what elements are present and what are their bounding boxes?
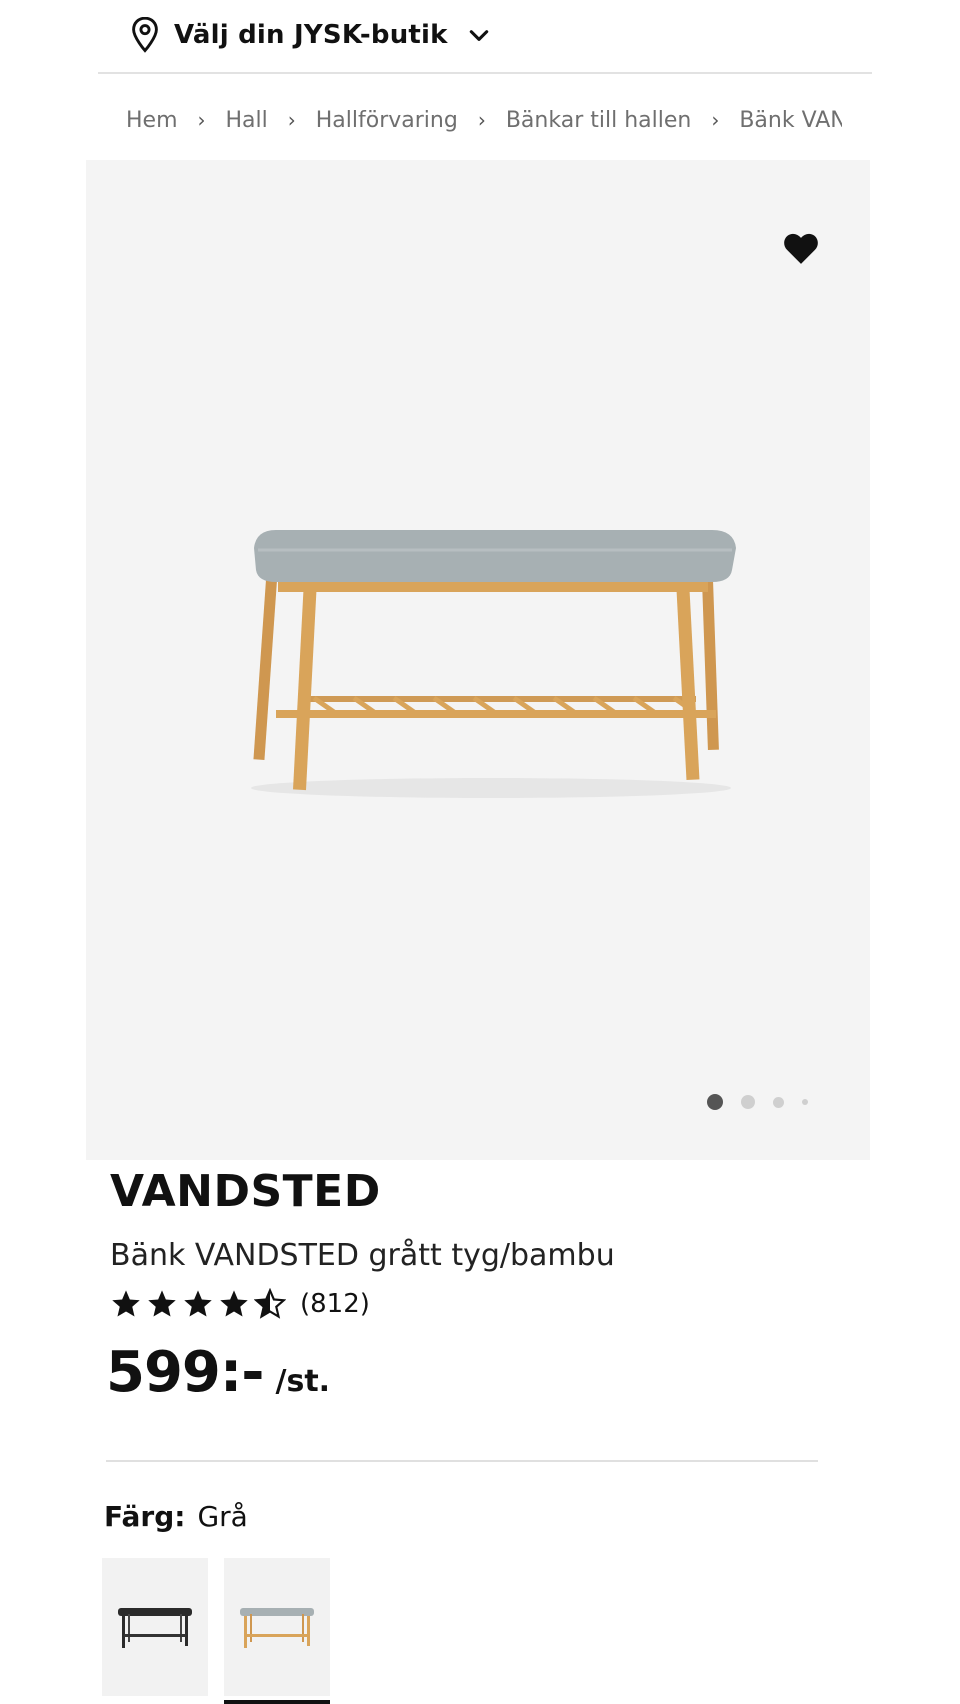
- heart-icon[interactable]: [782, 230, 820, 266]
- chevron-right-icon: ›: [477, 108, 486, 132]
- pagination-dot-active[interactable]: [707, 1094, 723, 1110]
- color-label: Färg:: [104, 1500, 186, 1533]
- star-full-icon: [112, 1290, 140, 1317]
- location-pin-icon: [132, 17, 158, 53]
- gallery-pagination[interactable]: [707, 1094, 808, 1110]
- pagination-dot[interactable]: [773, 1096, 784, 1108]
- grey-bench-swatch[interactable]: [224, 1558, 330, 1704]
- chevron-down-icon: [469, 30, 488, 41]
- product-image: [251, 530, 736, 798]
- star-full-icon: [148, 1290, 176, 1317]
- pagination-dot[interactable]: [741, 1095, 755, 1109]
- chevron-right-icon: ›: [287, 108, 296, 132]
- breadcrumb-item-home[interactable]: Hem: [126, 108, 178, 133]
- pagination-dot[interactable]: [802, 1099, 808, 1105]
- black-bench-thumbnail: [118, 1608, 192, 1648]
- chevron-right-icon: ›: [197, 108, 206, 132]
- breadcrumb: Hem › Hall › Hallförvaring › Bänkar till…: [126, 98, 842, 142]
- breadcrumb-item-current: Bänk VANDSTED: [739, 107, 842, 133]
- color-value: Grå: [197, 1500, 248, 1533]
- review-count[interactable]: (812): [300, 1289, 370, 1319]
- product-price: 599:- /st.: [106, 1340, 330, 1405]
- breadcrumb-item-bankar[interactable]: Bänkar till hallen: [506, 108, 691, 133]
- price-unit: /st.: [275, 1364, 331, 1399]
- star-half-icon: [254, 1288, 286, 1319]
- color-swatches: [102, 1558, 330, 1704]
- grey-bench-thumbnail: [240, 1608, 314, 1648]
- header-divider: [98, 72, 872, 74]
- product-brand: VANDSTED: [110, 1166, 381, 1217]
- color-selector-label: Färg: Grå: [104, 1500, 248, 1533]
- product-rating[interactable]: (812): [110, 1288, 370, 1320]
- black-bench-swatch[interactable]: [102, 1558, 208, 1696]
- product-image-gallery[interactable]: [86, 160, 870, 1160]
- product-name: Bänk VANDSTED grått tyg/bambu: [110, 1238, 615, 1273]
- store-selector[interactable]: Välj din JYSK-butik: [130, 10, 490, 60]
- breadcrumb-item-hallforvaring[interactable]: Hallförvaring: [316, 108, 458, 133]
- chevron-right-icon: ›: [711, 108, 720, 132]
- store-selector-label: Välj din JYSK-butik: [174, 20, 448, 50]
- star-full-icon: [220, 1290, 248, 1317]
- section-divider: [106, 1460, 818, 1462]
- star-full-icon: [184, 1290, 212, 1317]
- breadcrumb-item-hall[interactable]: Hall: [226, 108, 268, 133]
- price-value: 599:-: [106, 1340, 265, 1405]
